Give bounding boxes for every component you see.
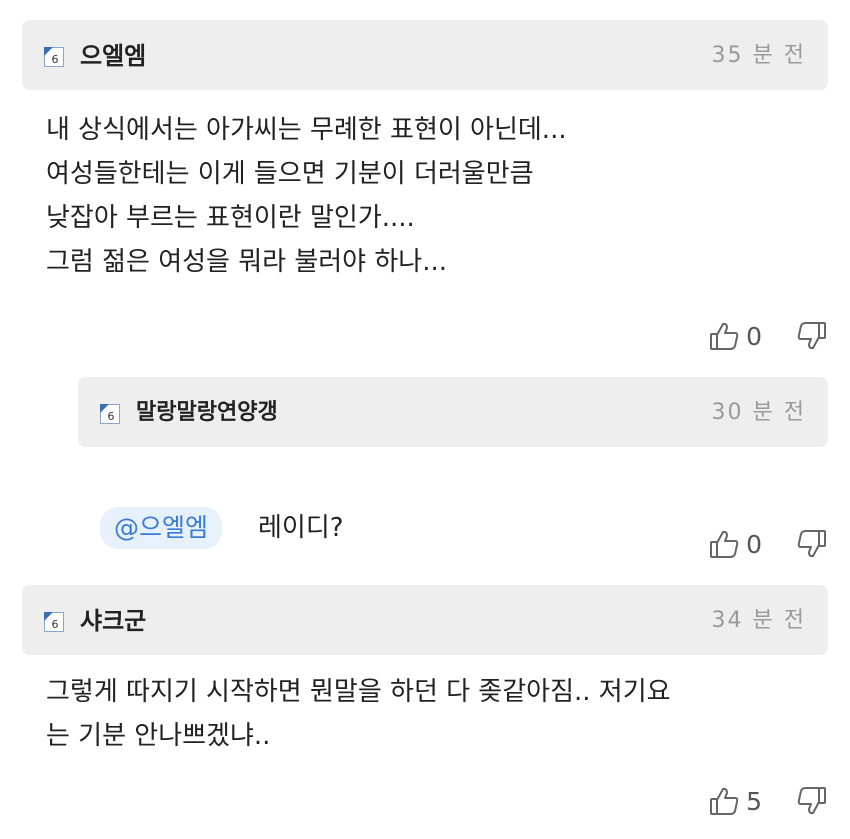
svg-text:6: 6 — [52, 618, 59, 631]
comment-reactions: 5 — [708, 783, 828, 819]
comment-text: 그렇게 따지기 시작하면 뭔말을 하던 다 좆같아짐.. 저기요 는 기분 안나… — [46, 677, 671, 751]
dislike-button[interactable] — [796, 785, 828, 817]
like-button[interactable]: 0 — [708, 320, 796, 352]
reply-text: 레이디? — [258, 513, 344, 543]
thumbs-up-icon — [710, 530, 739, 558]
like-count: 0 — [746, 529, 762, 559]
comment-time: 35 분 전 — [711, 43, 806, 68]
comment-text: 내 상식에서는 아가씨는 무례한 표현이 아닌데... 여성들한테는 이게 들으… — [46, 115, 567, 277]
svg-text:6: 6 — [108, 410, 115, 423]
comment-time: 30 분 전 — [711, 400, 806, 425]
like-count: 5 — [746, 786, 762, 816]
mention-link[interactable]: @으엘엠 — [100, 507, 223, 549]
level-badge-icon: 6 — [44, 47, 64, 67]
comment-nickname[interactable]: 으엘엠 — [80, 40, 146, 72]
thumbs-up-icon — [710, 787, 739, 815]
level-badge-icon: 6 — [100, 404, 120, 424]
dislike-button[interactable] — [796, 528, 828, 560]
like-count: 0 — [746, 321, 762, 351]
comment-reactions: 0 — [708, 526, 828, 562]
thumbs-up-icon — [710, 322, 739, 350]
thumbs-down-icon — [797, 530, 826, 558]
comment-nickname[interactable]: 말랑말랑연양갱 — [136, 397, 278, 429]
comment-time: 34 분 전 — [711, 608, 806, 633]
like-button[interactable]: 0 — [708, 528, 796, 560]
dislike-button[interactable] — [796, 320, 828, 352]
comment-header: 6 말랑말랑연양갱 30 분 전 — [78, 377, 828, 447]
thumbs-down-icon — [797, 787, 826, 815]
comment-header: 6 샤크군 34 분 전 — [22, 585, 828, 655]
comment-nickname[interactable]: 샤크군 — [80, 605, 146, 637]
thumbs-down-icon — [797, 322, 826, 350]
level-badge-icon: 6 — [44, 612, 64, 632]
like-button[interactable]: 5 — [708, 785, 796, 817]
comment-header: 6 으엘엠 35 분 전 — [22, 20, 828, 90]
comment-reactions: 0 — [708, 318, 828, 354]
svg-text:6: 6 — [52, 53, 59, 66]
